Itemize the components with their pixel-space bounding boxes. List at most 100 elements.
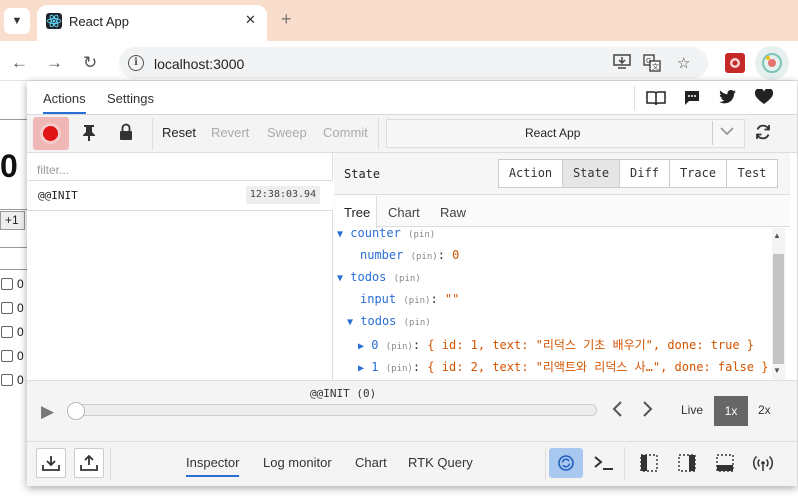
tab-actions[interactable]: Actions (43, 91, 86, 114)
dock-bottom-icon[interactable] (708, 448, 742, 478)
forward-arrow-icon[interactable]: → (46, 53, 63, 73)
todo-checkbox[interactable] (1, 350, 13, 362)
install-app-icon[interactable] (613, 54, 631, 74)
divider (0, 119, 28, 120)
bookmark-star-icon[interactable]: ☆ (677, 54, 690, 72)
tab-chart[interactable]: Chart (388, 205, 420, 220)
pin-icon[interactable] (80, 123, 98, 146)
divider (0, 209, 28, 210)
tree-node-counter[interactable]: ▼ counter (pin) (337, 226, 435, 240)
monitor-tab-chart[interactable]: Chart (355, 455, 387, 470)
tab-diff[interactable]: Diff (619, 159, 670, 188)
divider (0, 269, 28, 270)
chat-icon[interactable] (683, 89, 701, 112)
translate-icon[interactable]: G文 (643, 54, 661, 76)
terminal-icon[interactable] (587, 448, 621, 478)
counter-value: 0 (0, 148, 18, 184)
reset-button[interactable]: Reset (162, 125, 196, 140)
pane-title: State (344, 167, 381, 181)
divider (545, 447, 546, 480)
slider-label: @@INIT (0) (310, 387, 377, 400)
revert-button[interactable]: Revert (211, 125, 249, 140)
react-favicon-icon (46, 13, 62, 29)
back-arrow-icon[interactable]: ← (11, 53, 28, 73)
sweep-button[interactable]: Sweep (267, 125, 307, 140)
book-icon[interactable] (646, 89, 666, 112)
monitor-tab-log-monitor[interactable]: Log monitor (263, 455, 332, 470)
import-button[interactable] (36, 448, 66, 478)
url-text[interactable]: localhost:3000 (154, 56, 244, 72)
increment-button[interactable]: +1 (0, 211, 25, 230)
expand-triangle-right-icon[interactable]: ▶ (358, 363, 364, 374)
divider (0, 247, 28, 248)
reload-icon[interactable]: ↻ (83, 53, 97, 73)
svg-text:文: 文 (652, 62, 659, 71)
tab-raw[interactable]: Raw (440, 205, 466, 220)
commit-button[interactable]: Commit (323, 125, 368, 140)
slider-handle[interactable] (67, 402, 85, 420)
expand-triangle-right-icon[interactable]: ▶ (358, 341, 364, 352)
scrollbar-thumb[interactable] (773, 254, 784, 364)
tab-title: React App (69, 14, 129, 29)
sync-icon[interactable] (754, 123, 772, 146)
tab-test[interactable]: Test (726, 159, 778, 188)
divider (378, 118, 379, 150)
todo-text: 0 (17, 349, 24, 363)
close-tab-icon[interactable]: ✕ (245, 12, 256, 28)
expand-triangle-icon[interactable]: ▼ (337, 273, 343, 284)
divider (110, 447, 111, 480)
twitter-icon[interactable] (719, 89, 737, 110)
tab-tree[interactable]: Tree (344, 205, 370, 220)
tab-settings[interactable]: Settings (107, 91, 154, 106)
tab-search-button[interactable]: ▼ (4, 8, 30, 34)
site-info-icon[interactable]: i (128, 55, 144, 71)
tree-node-todos-list[interactable]: ▼ todos (pin) (347, 314, 431, 328)
extension-icon[interactable] (725, 53, 745, 73)
expand-triangle-icon[interactable]: ▼ (347, 317, 353, 328)
todo-checkbox[interactable] (1, 326, 13, 338)
speed-live[interactable]: Live (681, 403, 703, 417)
lock-icon[interactable] (118, 123, 134, 146)
action-name: @@INIT (38, 189, 78, 202)
redux-devtools-extension-icon[interactable] (755, 46, 789, 80)
divider (634, 86, 635, 110)
step-forward-icon[interactable] (642, 400, 654, 423)
todo-checkbox[interactable] (1, 374, 13, 386)
remote-signal-icon[interactable] (746, 448, 780, 478)
tab-trace[interactable]: Trace (669, 159, 727, 188)
scroll-up-icon[interactable]: ▲ (773, 231, 781, 240)
tab-state[interactable]: State (562, 159, 620, 188)
step-back-icon[interactable] (611, 400, 623, 423)
speed-1x[interactable]: 1x (714, 396, 748, 426)
expand-triangle-icon[interactable]: ▼ (337, 229, 343, 240)
instance-select-value: React App (525, 126, 581, 140)
tree-node-todo-1[interactable]: ▶ 1 (pin): { id: 2, text: "리액트와 리덕스 사…",… (358, 358, 772, 375)
todo-text: 0 (17, 277, 24, 291)
play-icon[interactable]: ▶ (41, 402, 54, 422)
monitor-tab-rtk-query[interactable]: RTK Query (408, 455, 473, 470)
divider (712, 121, 713, 145)
tree-node-todos[interactable]: ▼ todos (pin) (337, 270, 421, 284)
record-dot-icon (43, 126, 58, 141)
scroll-down-icon[interactable]: ▼ (773, 366, 781, 375)
remote-sync-icon[interactable] (549, 448, 583, 478)
tab-action[interactable]: Action (498, 159, 563, 188)
filter-input[interactable] (27, 153, 333, 181)
todo-checkbox[interactable] (1, 302, 13, 314)
heart-icon[interactable] (754, 88, 774, 110)
export-button[interactable] (74, 448, 104, 478)
speed-2x[interactable]: 2x (758, 403, 771, 417)
dock-right-icon[interactable] (670, 448, 704, 478)
timeline-slider[interactable] (74, 404, 597, 416)
action-timestamp: 12:38:03.94 (246, 186, 320, 204)
chevron-down-icon[interactable] (720, 124, 734, 139)
monitor-tab-inspector[interactable]: Inspector (186, 455, 240, 477)
tree-node-todo-0[interactable]: ▶ 0 (pin): { id: 1, text: "리덕스 기초 배우기", … (358, 336, 772, 353)
new-tab-button[interactable]: + (281, 9, 292, 30)
todo-text: 0 (17, 301, 24, 315)
todo-checkbox[interactable] (1, 278, 13, 290)
svg-text:G: G (646, 57, 651, 65)
divider (624, 447, 625, 480)
dock-left-icon[interactable] (632, 448, 666, 478)
todo-text: 0 (17, 325, 24, 339)
